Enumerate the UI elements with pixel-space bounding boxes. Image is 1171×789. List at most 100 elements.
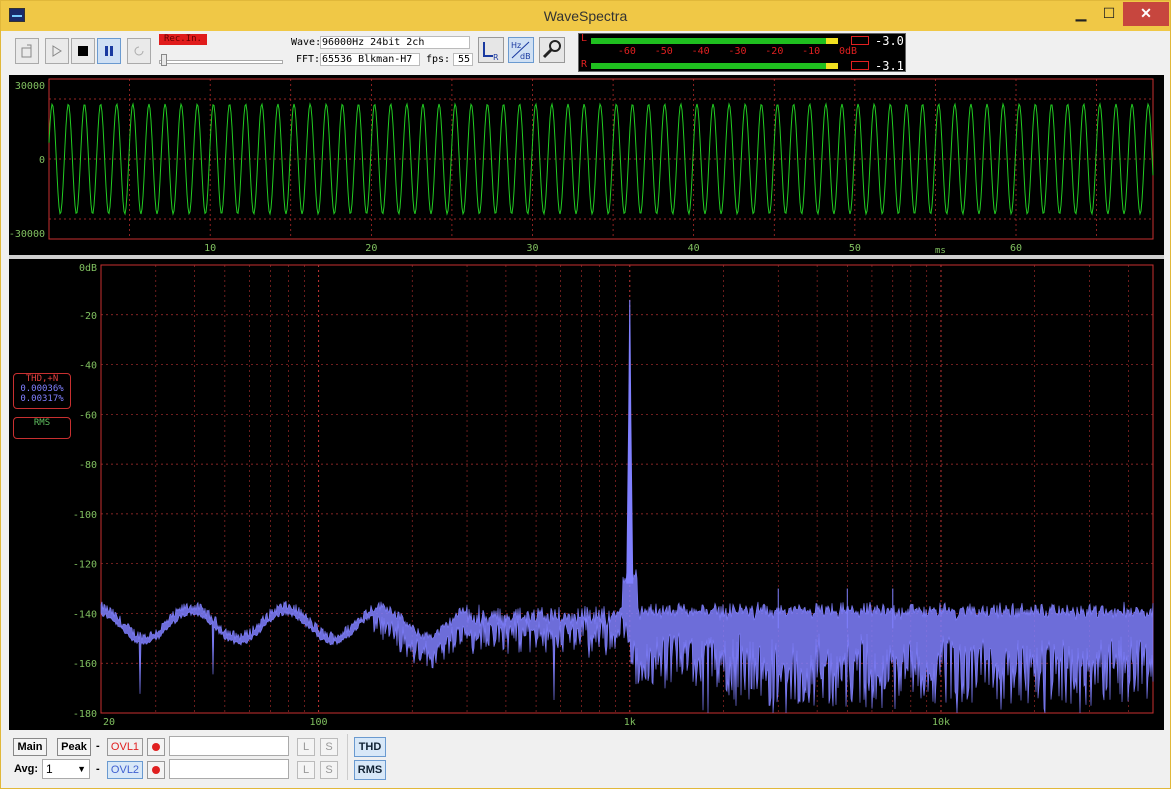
meter-scale-tick: -50 (654, 46, 673, 57)
meter-left-label: L (581, 33, 588, 44)
svg-text:Hz: Hz (511, 41, 521, 50)
wrench-icon (542, 40, 561, 59)
main-button[interactable]: Main (13, 738, 47, 756)
spectrum-fundamental-peak (626, 299, 634, 584)
ovl2-save-button[interactable]: S (320, 761, 338, 779)
open-file-button[interactable] (15, 38, 39, 64)
rms-title: RMS (33, 418, 51, 428)
window-title: WaveSpectra (543, 8, 628, 24)
spectrum-x-tick: 1k (624, 717, 636, 728)
spectrum-noise-floor (100, 569, 1154, 714)
spectrum-x-tick: 20 (103, 717, 115, 728)
meter-right-peak (825, 63, 838, 69)
meter-left-bar (591, 38, 826, 44)
meter-right-bar (591, 63, 826, 69)
ovl1-record-button[interactable] (147, 738, 165, 756)
stop-button[interactable] (71, 38, 95, 64)
fft-format-field: 65536 Blkman-H7 (320, 53, 420, 66)
waveform-panel: 30000 0 -30000 10 20 30 40 50 60 ms (9, 75, 1164, 256)
settings-button[interactable] (539, 37, 565, 63)
wave-label: Wave: (291, 37, 322, 48)
hz-db-icon: Hz dB (511, 41, 531, 61)
dash-2: - (96, 763, 100, 775)
thd-value: 0.00036% (20, 384, 64, 394)
dash-1: - (96, 740, 100, 752)
avg-label: Avg: (14, 763, 39, 775)
svg-text:dB: dB (520, 52, 531, 61)
loop-button[interactable] (127, 38, 151, 64)
rms-readout: RMS (13, 417, 71, 439)
minimize-button[interactable]: ▁ (1067, 2, 1095, 26)
meter-scale-tick: -10 (802, 46, 821, 57)
record-button[interactable] (97, 38, 121, 64)
thd-button[interactable]: THD (354, 737, 386, 757)
spectrum-plot: 0dB -20 -40 -60 -80 -100 -120 -140 -160 -180 20 100… (73, 263, 1154, 728)
play-button[interactable] (45, 38, 69, 64)
spectrum-y-tick: -120 (73, 560, 97, 571)
waveform-y-tick: -30000 (9, 229, 45, 240)
rms-button[interactable]: RMS (354, 760, 386, 780)
meter-scale-tick: -40 (691, 46, 710, 57)
spectrum-y-tick: -180 (73, 709, 97, 720)
ovl2-load-button[interactable]: L (297, 761, 315, 779)
peak-button[interactable]: Peak (57, 738, 91, 756)
waveform-x-tick: 10 (204, 243, 216, 254)
meter-left-value: -3.0 (875, 34, 904, 48)
thdn-value: 0.00317% (20, 394, 64, 404)
ovl1-load-button[interactable]: L (297, 738, 315, 756)
ovl1-save-button[interactable]: S (320, 738, 338, 756)
ovl2-record-button[interactable] (147, 761, 165, 779)
spectrum-y-tick: -140 (73, 609, 97, 620)
divider (347, 734, 348, 780)
waveform-x-tick: 40 (688, 243, 700, 254)
meter-scale-tick: -60 (617, 46, 636, 57)
pause-icon (105, 46, 113, 56)
maximize-button[interactable]: ☐ (1095, 2, 1123, 26)
waveform-x-tick: 50 (849, 243, 861, 254)
fft-label: FFT: (296, 54, 321, 65)
meter-right-value: -3.1 (875, 59, 904, 73)
spectrum-y-tick: -80 (79, 460, 97, 471)
open-file-icon (21, 44, 32, 58)
spectrum-y-tick: 0dB (79, 263, 97, 274)
avg-select[interactable]: 1 ▼ (42, 759, 90, 779)
volume-slider-thumb[interactable] (161, 54, 167, 66)
meter-right-clip (851, 61, 869, 70)
meter-scale-tick: 0dB (839, 46, 858, 57)
meter-left-peak (825, 38, 838, 44)
svg-text:R: R (493, 53, 499, 62)
waveform-x-tick: 20 (365, 243, 377, 254)
hz-db-button[interactable]: Hz dB (508, 37, 534, 63)
close-button[interactable]: ✕ (1123, 2, 1169, 26)
waveform-x-tick: 30 (526, 243, 538, 254)
spectrum-y-tick: -20 (79, 311, 97, 322)
spectrum-y-tick: -100 (73, 510, 97, 521)
ovl2-button[interactable]: OVL2 (107, 761, 143, 779)
ovl2-name-field[interactable] (169, 759, 289, 779)
fps-label: fps: (426, 54, 451, 65)
fps-field: 55 (453, 53, 473, 66)
thd-title: THD,+N (25, 374, 59, 384)
meter-scale-tick: -30 (728, 46, 747, 57)
thd-readout: THD,+N 0.00036% 0.00317% (13, 373, 71, 409)
meter-right-label: R (581, 59, 588, 70)
channel-lr-icon: R (483, 42, 499, 62)
waveform-y-tick: 0 (39, 155, 45, 166)
waveform-x-unit: ms (935, 246, 946, 255)
spectrum-panel: 0dB -20 -40 -60 -80 -100 -120 -140 -160 -180 20 100… (9, 259, 1164, 730)
ovl1-name-field[interactable] (169, 736, 289, 756)
spectrum-y-tick: -160 (73, 659, 97, 670)
ovl1-button[interactable]: OVL1 (107, 738, 143, 756)
volume-slider-track[interactable] (159, 60, 283, 64)
meter-scale: -60 -50 -40 -30 -20 -10 0dB (579, 46, 879, 58)
bottom-bar: Main Peak - OVL1 L S Avg: 1 ▼ - OVL2 L S… (9, 732, 1164, 782)
waveform-x-tick: 60 (1010, 243, 1022, 254)
wave-format-field: 96000Hz 24bit 2ch (320, 36, 470, 49)
chevron-down-icon: ▼ (77, 764, 86, 774)
rec-indicator: Rec.In. (159, 34, 207, 45)
spectrum-y-tick: -60 (79, 410, 97, 421)
waveform-y-tick: 30000 (15, 81, 45, 92)
channel-lr-button[interactable]: R (478, 37, 504, 63)
stop-icon (78, 46, 88, 56)
spectrum-x-tick: 10k (932, 717, 950, 728)
